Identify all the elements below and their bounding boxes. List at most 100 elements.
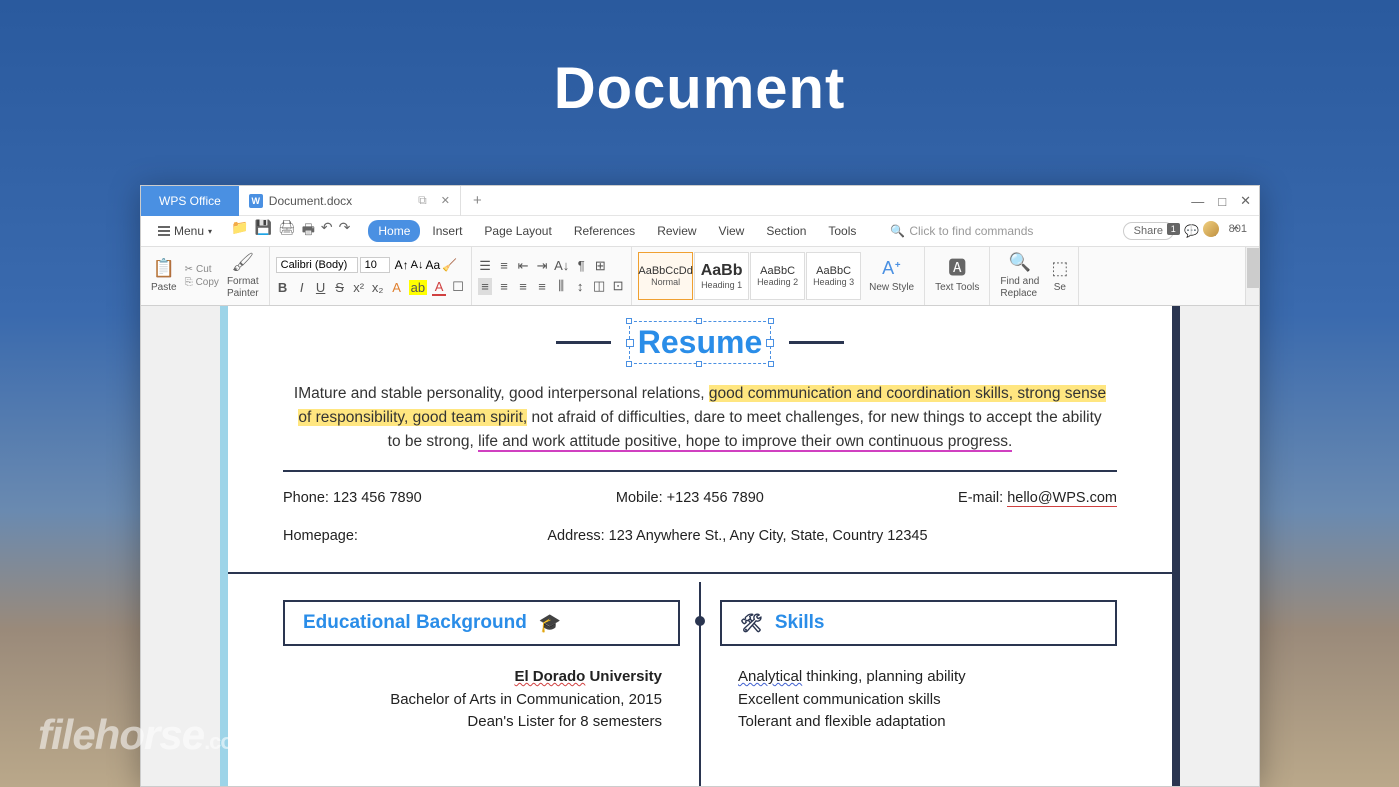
intro-paragraph[interactable]: IMature and stable personality, good int… <box>283 382 1117 454</box>
tab-tools[interactable]: Tools <box>818 220 866 242</box>
style-heading3[interactable]: AaBbCHeading 3 <box>806 252 861 300</box>
new-style-icon: Aᐩ <box>882 258 901 280</box>
bullets-button[interactable]: ☰ <box>478 258 492 274</box>
globe-icon[interactable] <box>1203 221 1219 237</box>
strike-button[interactable]: S <box>333 280 347 295</box>
distribute-button[interactable]: ⫼ <box>554 278 568 294</box>
document-title[interactable]: Resume <box>638 324 763 360</box>
style-normal[interactable]: AaBbCcDdNormal <box>638 252 693 300</box>
tab-close-icon[interactable]: ✕ <box>441 194 450 207</box>
find-replace-button[interactable]: 🔍Find and Replace <box>996 252 1043 300</box>
justify-button[interactable]: ≡ <box>535 279 549 294</box>
word-doc-icon: W <box>249 194 263 208</box>
align-left-button[interactable]: ≡ <box>478 278 492 295</box>
paste-button[interactable]: 📋Paste <box>147 258 181 294</box>
find-section: 🔍Find and Replace ⬚Se <box>990 247 1079 305</box>
new-tab-button[interactable]: + <box>461 192 494 209</box>
divider: | <box>1190 223 1193 235</box>
menu-button[interactable]: Menu ▾ <box>149 220 221 242</box>
tab-view[interactable]: View <box>709 220 755 242</box>
vertical-divider <box>699 582 701 786</box>
copy-icon: ⎘ <box>185 277 193 288</box>
quick-access-toolbar: 📁 💾 🖨 🖶 ↶ ↷ <box>225 219 356 243</box>
document-tab-label: Document.docx <box>269 194 352 208</box>
align-center-button[interactable]: ≡ <box>497 279 511 294</box>
title-line-left <box>556 341 611 344</box>
tools-icon: 🛠 <box>740 613 763 634</box>
shading-button[interactable]: ☐ <box>451 279 465 295</box>
print-preview-icon[interactable]: 🖶 <box>302 219 315 243</box>
selection-box[interactable]: Resume <box>629 321 772 364</box>
styles-section: AaBbCcDdNormal AaBbHeading 1 AaBbCHeadin… <box>632 247 925 305</box>
italic-button[interactable]: I <box>295 280 309 295</box>
underline-button[interactable]: U <box>314 280 328 295</box>
education-header: Educational Background 🎓 <box>283 600 680 646</box>
redo-icon[interactable]: ↷ <box>339 219 351 243</box>
tab-detach-icon[interactable]: ⧉ <box>418 193 427 208</box>
align-right-button[interactable]: ≡ <box>516 279 530 294</box>
maximize-icon[interactable]: □ <box>1218 194 1226 209</box>
brush-icon: 🖌 <box>231 252 254 274</box>
contact-row-2[interactable]: Homepage: Address: 123 Anywhere St., Any… <box>283 524 1117 548</box>
menu-label: Menu <box>174 224 204 238</box>
style-heading2[interactable]: AaBbCHeading 2 <box>750 252 805 300</box>
skills-header: 🛠 Skills <box>720 600 1117 646</box>
shading2-button[interactable]: ◫ <box>592 278 606 294</box>
grow-font-icon[interactable]: A↑ <box>395 258 409 272</box>
find-icon: 🔍 <box>1009 252 1031 274</box>
window-controls: — □ ✕ <box>1191 186 1251 216</box>
save-icon[interactable]: 💾 <box>254 219 271 243</box>
tab-section[interactable]: Section <box>756 220 816 242</box>
borders-button[interactable]: ⊞ <box>593 258 607 274</box>
clear-format-icon[interactable]: 🧹 <box>442 258 457 272</box>
education-column[interactable]: Educational Background 🎓 El Dorado Unive… <box>283 582 680 734</box>
tab-page-layout[interactable]: Page Layout <box>474 220 561 242</box>
superscript-button[interactable]: x² <box>352 280 366 295</box>
cut-button[interactable]: ✂Cut <box>185 264 219 275</box>
tab-home[interactable]: Home <box>368 220 420 242</box>
text-tools-icon: 🅰 <box>948 258 966 280</box>
close-icon[interactable]: ✕ <box>1240 193 1251 209</box>
outdent-button[interactable]: ⇤ <box>516 258 530 274</box>
credit-bar: 1 | 801 <box>1167 216 1251 242</box>
format-painter-button[interactable]: 🖌Format Painter <box>223 252 263 300</box>
font-name-select[interactable] <box>276 257 358 273</box>
contact-row-1[interactable]: Phone: 123 456 7890 Mobile: +123 456 789… <box>283 486 1117 510</box>
document-tab[interactable]: W Document.docx ⧉ ✕ <box>239 186 461 216</box>
subscript-button[interactable]: x₂ <box>371 280 385 295</box>
new-style-button[interactable]: AᐩNew Style <box>865 258 918 294</box>
tab-review[interactable]: Review <box>647 220 706 242</box>
bold-button[interactable]: B <box>276 280 290 295</box>
tab-insert[interactable]: Insert <box>422 220 472 242</box>
minimize-icon[interactable]: — <box>1191 194 1204 209</box>
document-area[interactable]: Resume IMature and stable personality, g… <box>141 306 1259 786</box>
paragraph-mark-button[interactable]: ¶ <box>574 258 588 273</box>
line-spacing-button[interactable]: ↕ <box>573 279 587 294</box>
change-case-icon[interactable]: Aa <box>425 258 440 272</box>
tab-references[interactable]: References <box>564 220 645 242</box>
app-tab[interactable]: WPS Office <box>141 186 239 216</box>
open-icon[interactable]: 📁 <box>231 219 248 243</box>
numbering-button[interactable]: ≡ <box>497 258 511 273</box>
tabs-button[interactable]: ⊡ <box>611 278 625 294</box>
select-button[interactable]: ⬚Se <box>1047 258 1072 294</box>
command-search[interactable]: 🔍 Click to find commands <box>890 224 1033 238</box>
graduation-cap-icon: 🎓 <box>539 613 561 634</box>
highlight-button[interactable]: ab <box>409 280 427 295</box>
skills-column[interactable]: 🛠 Skills Analytical thinking, planning a… <box>720 582 1117 734</box>
ribbon-scrollbar[interactable] <box>1245 247 1259 305</box>
print-icon[interactable]: 🖨 <box>278 219 296 243</box>
style-heading1[interactable]: AaBbHeading 1 <box>694 252 749 300</box>
ribbon: 📋Paste ✂Cut ⎘Copy 🖌Format Painter A↑ A↓ … <box>141 246 1259 306</box>
indent-button[interactable]: ⇥ <box>535 258 549 274</box>
shrink-font-icon[interactable]: A↓ <box>411 259 424 271</box>
font-color-button[interactable]: A <box>432 279 446 296</box>
document-page[interactable]: Resume IMature and stable personality, g… <box>220 306 1180 786</box>
sort-button[interactable]: A↓ <box>554 258 569 273</box>
copy-button[interactable]: ⎘Copy <box>185 277 219 288</box>
clipboard-section: 📋Paste ✂Cut ⎘Copy 🖌Format Painter <box>141 247 270 305</box>
font-size-select[interactable] <box>360 257 390 273</box>
text-tools-button[interactable]: 🅰Text Tools <box>931 258 983 294</box>
undo-icon[interactable]: ↶ <box>321 219 333 243</box>
text-effect-button[interactable]: A <box>390 280 404 295</box>
